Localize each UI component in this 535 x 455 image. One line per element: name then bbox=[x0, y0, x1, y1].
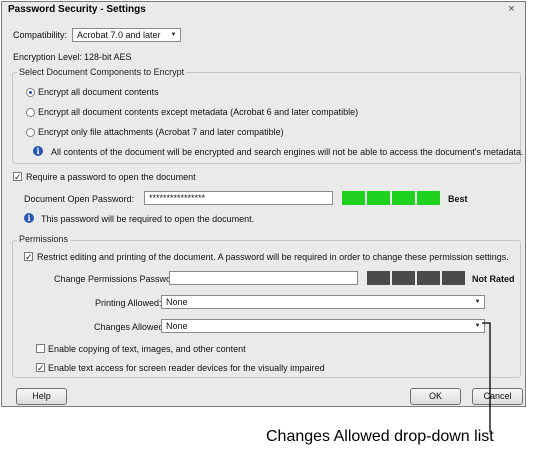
callout-label: Changes Allowed drop-down list bbox=[266, 428, 494, 445]
callout-leader-line bbox=[482, 322, 491, 432]
